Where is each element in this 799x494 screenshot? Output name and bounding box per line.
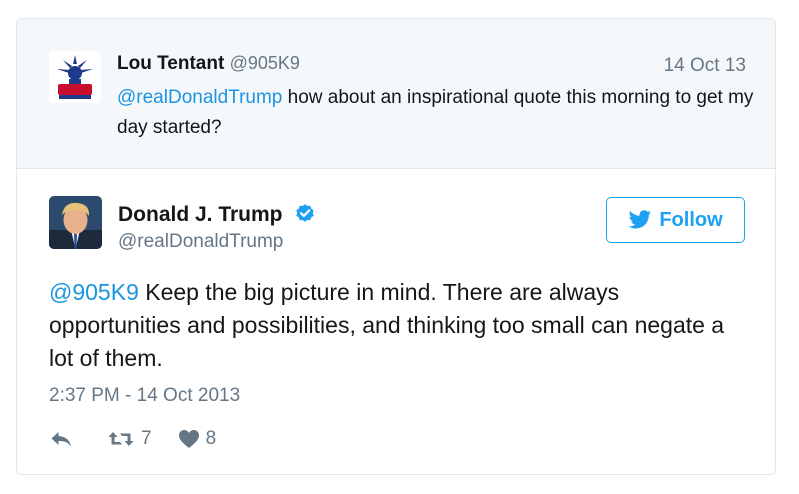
statue-of-liberty-logo-icon — [49, 51, 101, 103]
reply-tweet-text: @realDonaldTrump how about an inspiratio… — [117, 83, 757, 143]
retweet-icon — [108, 432, 134, 446]
reply-icon — [51, 432, 71, 447]
like-button[interactable]: 8 — [178, 428, 217, 450]
twitter-bird-icon — [628, 210, 652, 229]
tweet-timestamp[interactable]: 2:37 PM - 14 Oct 2013 — [49, 385, 240, 407]
author-name-text: Donald J. Trump — [118, 203, 283, 226]
tweet-mention-link[interactable]: @905K9 — [49, 279, 139, 305]
reply-tweet-header: Lou Tentant @905K9 — [117, 53, 300, 75]
reply-button[interactable] — [49, 430, 73, 448]
avatar-donald-trump[interactable] — [49, 196, 102, 249]
like-count: 8 — [205, 428, 217, 449]
avatar-lou-tentant[interactable] — [49, 51, 101, 103]
profile-photo-icon — [49, 196, 102, 249]
follow-button-label: Follow — [659, 208, 723, 231]
tweet-embed-card: Lou Tentant @905K9 14 Oct 13 @realDonald… — [16, 18, 776, 475]
reply-mention-link[interactable]: @realDonaldTrump — [117, 87, 282, 108]
reply-author-handle[interactable]: @905K9 — [230, 53, 300, 73]
retweet-button[interactable]: 7 — [107, 428, 152, 450]
author-name[interactable]: Donald J. Trump — [118, 202, 316, 227]
tweet-body: Keep the big picture in mind. There are … — [49, 279, 725, 371]
reply-tweet-date[interactable]: 14 Oct 13 — [664, 55, 746, 77]
retweet-count: 7 — [141, 428, 152, 449]
verified-badge-icon — [296, 204, 315, 222]
author-handle[interactable]: @realDonaldTrump — [118, 231, 283, 253]
tweet-actions: 7 8 — [49, 427, 216, 451]
in-reply-to-tweet[interactable]: Lou Tentant @905K9 14 Oct 13 @realDonald… — [17, 19, 775, 169]
heart-icon — [178, 430, 199, 448]
tweet-text: @905K9 Keep the big picture in mind. The… — [49, 276, 749, 375]
follow-button[interactable]: Follow — [606, 197, 745, 243]
reply-author-name[interactable]: Lou Tentant — [117, 53, 224, 74]
